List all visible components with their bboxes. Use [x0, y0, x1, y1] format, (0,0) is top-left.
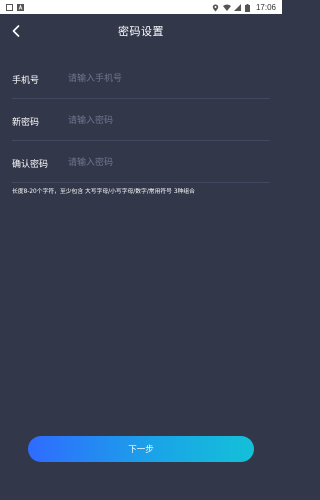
battery-icon	[244, 3, 252, 12]
phone-label: 手机号	[12, 75, 40, 86]
password-hint: 长度8-20个字符，至少包含 大写字母/小写字母/数字/常用符号 3种组合	[12, 189, 195, 195]
a-badge-icon	[17, 3, 24, 11]
status-left	[0, 3, 24, 11]
status-time: 17:06	[255, 2, 276, 12]
wifi-icon	[222, 4, 231, 11]
phone-row: 手机号	[12, 60, 270, 99]
phone-input[interactable]	[68, 69, 270, 89]
back-button[interactable]	[8, 22, 24, 40]
signal-icon	[233, 3, 241, 11]
new-password-input[interactable]	[68, 111, 270, 131]
page-title: 密码设置	[118, 25, 164, 38]
nav-bar: 密码设置	[0, 14, 282, 48]
confirm-password-row: 确认密码	[12, 144, 270, 183]
location-icon	[212, 4, 219, 11]
next-button[interactable]: 下一步	[28, 436, 254, 462]
new-password-label: 新密码	[12, 117, 40, 128]
status-bar: 17:06	[0, 0, 282, 14]
notification-square-icon	[6, 3, 13, 11]
confirm-password-input[interactable]	[68, 153, 270, 173]
new-password-row: 新密码	[12, 102, 270, 141]
status-right: 17:06	[212, 3, 282, 12]
chevron-left-icon	[12, 22, 20, 41]
confirm-password-label: 确认密码	[12, 159, 49, 170]
